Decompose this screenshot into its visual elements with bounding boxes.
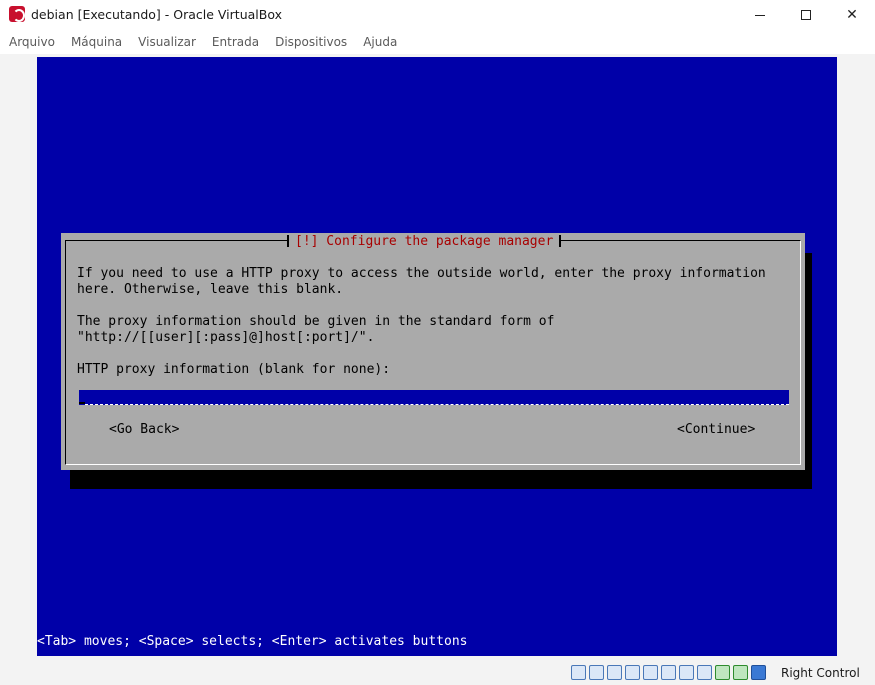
proxy-field-label: HTTP proxy information (blank for none): [77,362,391,377]
menu-bar: Arquivo Máquina Visualizar Entrada Dispo… [0,30,875,54]
close-button[interactable]: ✕ [829,0,875,30]
usb-icon[interactable] [643,665,658,680]
dialog-text-line: here. Otherwise, leave this blank. [77,282,344,297]
dialog-text-line: If you need to use a HTTP proxy to acces… [77,266,766,281]
go-back-button[interactable]: <Go Back> [109,422,179,438]
close-icon: ✕ [846,7,858,23]
network-icon[interactable] [625,665,640,680]
display-icon[interactable] [679,665,694,680]
minimize-button[interactable] [737,0,783,30]
window-title: debian [Executando] - Oracle VirtualBox [31,7,282,22]
minimize-icon [755,14,765,16]
video-capture-icon[interactable] [697,665,712,680]
continue-button[interactable]: <Continue> [677,422,755,438]
shared-folders-icon[interactable] [661,665,676,680]
keyboard-icon[interactable] [751,665,766,680]
vm-display[interactable]: [!] Configure the package manager If you… [37,57,837,656]
host-key-label: Right Control [781,666,860,680]
audio-icon[interactable] [607,665,622,680]
optical-drive-icon[interactable] [589,665,604,680]
menu-arquivo[interactable]: Arquivo [9,35,55,49]
hard-disk-icon[interactable] [571,665,586,680]
help-line: <Tab> moves; <Space> selects; <Enter> ac… [37,634,468,649]
maximize-icon [801,10,811,20]
virtualbox-icon [9,6,25,22]
menu-ajuda[interactable]: Ajuda [363,35,397,49]
proxy-input[interactable] [79,390,789,405]
title-bar: debian [Executando] - Oracle VirtualBox … [0,0,875,30]
cpu-icon[interactable] [715,665,730,680]
menu-maquina[interactable]: Máquina [71,35,122,49]
dialog-text-line: The proxy information should be given in… [77,314,555,329]
mouse-integration-icon[interactable] [733,665,748,680]
maximize-button[interactable] [783,0,829,30]
menu-entrada[interactable]: Entrada [212,35,259,49]
menu-dispositivos[interactable]: Dispositivos [275,35,347,49]
input-underline [85,404,789,405]
status-bar: Right Control [0,659,875,685]
menu-visualizar[interactable]: Visualizar [138,35,196,49]
dialog-title: [!] Configure the package manager [287,233,562,250]
installer-dialog: [!] Configure the package manager If you… [61,233,805,470]
dialog-text-line: "http://[[user][:pass]@]host[:port]/". [77,330,375,345]
